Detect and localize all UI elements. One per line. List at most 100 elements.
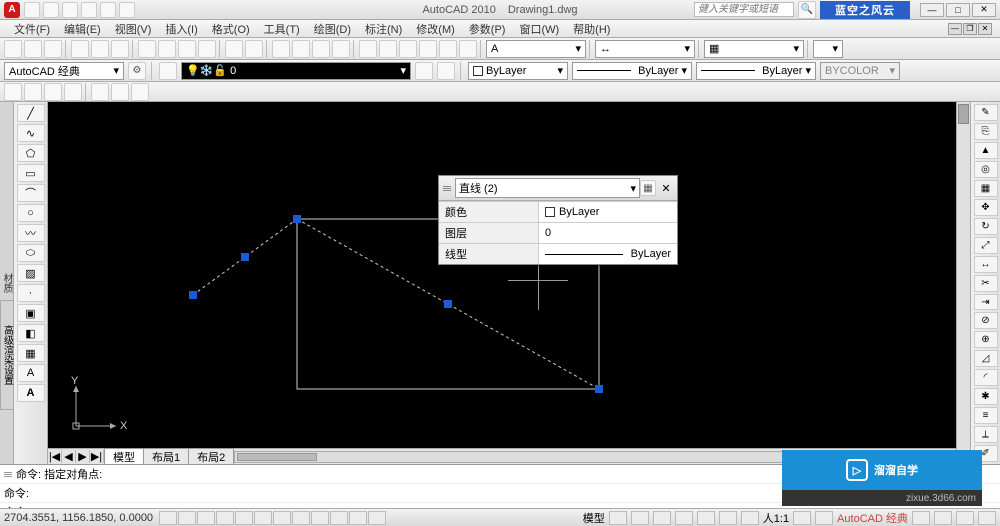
explode-icon[interactable]: ✱ <box>974 388 998 405</box>
doc-close-icon[interactable]: ✕ <box>978 23 992 35</box>
block-icon[interactable]: ▣ <box>17 304 45 322</box>
vp-btn6[interactable] <box>111 83 129 101</box>
plotstyle-combo[interactable]: BYCOLOR▾ <box>820 62 900 80</box>
redo-icon[interactable] <box>245 40 263 58</box>
paste-icon[interactable] <box>178 40 196 58</box>
hatch-icon[interactable]: ▨ <box>17 264 45 282</box>
text-icon[interactable]: A <box>17 384 45 402</box>
zoomprev-icon[interactable] <box>332 40 350 58</box>
stretch-icon[interactable]: ↔ <box>974 256 998 273</box>
annotation-scale[interactable]: 人1:1 <box>763 510 789 526</box>
wheel-icon[interactable] <box>719 511 737 525</box>
line-icon[interactable]: ╱ <box>17 104 45 122</box>
cmd-grip-icon[interactable] <box>4 472 12 477</box>
pan-icon[interactable] <box>272 40 290 58</box>
linetype-combo[interactable]: ByLayer▾ <box>572 62 692 80</box>
misc-combo[interactable]: ▾ <box>813 40 843 58</box>
qat-open-icon[interactable] <box>43 2 59 18</box>
menu-dimension[interactable]: 标注(N) <box>359 21 408 37</box>
table-icon[interactable]: ▦ <box>17 344 45 362</box>
ducs-toggle[interactable] <box>273 511 291 525</box>
textstyle-combo[interactable]: A▾ <box>486 40 586 58</box>
scale-icon[interactable]: ⤢ <box>974 237 998 254</box>
ortho-toggle[interactable] <box>197 511 215 525</box>
layer-props-icon[interactable] <box>159 62 177 80</box>
menu-draw[interactable]: 绘图(D) <box>308 21 357 37</box>
qat-redo-icon[interactable] <box>100 2 116 18</box>
layer-states-icon[interactable] <box>437 62 455 80</box>
model-space-label[interactable]: 模型 <box>583 510 605 526</box>
polar-toggle[interactable] <box>216 511 234 525</box>
menu-help[interactable]: 帮助(H) <box>567 21 616 37</box>
vp-btn7[interactable] <box>131 83 149 101</box>
zoom-icon[interactable] <box>292 40 310 58</box>
dyn-toggle[interactable] <box>292 511 310 525</box>
measure-icon[interactable]: ⟂ <box>974 426 998 443</box>
grid-toggle[interactable] <box>178 511 196 525</box>
cut-icon[interactable] <box>138 40 156 58</box>
lwt-toggle[interactable] <box>311 511 329 525</box>
menu-modify[interactable]: 修改(M) <box>410 21 461 37</box>
open-icon[interactable] <box>24 40 42 58</box>
qp-grip-icon[interactable] <box>443 186 451 191</box>
workspace-settings-icon[interactable]: ⚙ <box>128 62 146 80</box>
search-icon[interactable]: 🔍 <box>798 1 816 19</box>
pan-status-icon[interactable] <box>675 511 693 525</box>
close-icon[interactable]: ✕ <box>972 3 996 17</box>
tab-nav-next-icon[interactable]: ▶ <box>76 450 90 463</box>
snap-toggle[interactable] <box>159 511 177 525</box>
osnap-toggle[interactable] <box>235 511 253 525</box>
undo-icon[interactable] <box>225 40 243 58</box>
tab-layout1[interactable]: 布局1 <box>143 448 189 464</box>
quick-properties-panel[interactable]: 直线 (2)▾ ▦ ✕ 颜色 ByLayer 图层 0 线型 ByLayer <box>438 175 678 265</box>
align-icon[interactable]: ≡ <box>974 407 998 424</box>
polygon-icon[interactable]: ⬠ <box>17 144 45 162</box>
model-toggle[interactable] <box>368 511 386 525</box>
region-icon[interactable]: ◧ <box>17 324 45 342</box>
vp-btn5[interactable] <box>91 83 109 101</box>
matchprop-icon[interactable] <box>198 40 216 58</box>
tab-nav-first-icon[interactable]: |◀ <box>48 450 62 463</box>
menu-edit[interactable]: 编辑(E) <box>58 21 107 37</box>
rotate-icon[interactable]: ↻ <box>974 218 998 235</box>
nav-icon[interactable] <box>653 511 671 525</box>
menu-parametric[interactable]: 参数(P) <box>463 21 512 37</box>
lineweight-combo[interactable]: ByLayer▾ <box>696 62 816 80</box>
coordinates-display[interactable]: 2704.3551, 1156.1850, 0.0000 <box>4 512 153 524</box>
arc-icon[interactable]: ⌒ <box>17 184 45 202</box>
grip-midpoint[interactable] <box>444 300 452 308</box>
break-icon[interactable]: ⊘ <box>974 312 998 329</box>
qat-undo-icon[interactable] <box>81 2 97 18</box>
layer-combo[interactable]: 💡❄️🔓0▾ <box>181 62 411 80</box>
plot-icon[interactable] <box>71 40 89 58</box>
dimstyle-combo[interactable]: ↔▾ <box>595 40 695 58</box>
qat-print-icon[interactable] <box>119 2 135 18</box>
qp-layer-value[interactable]: 0 <box>539 223 677 243</box>
preview-icon[interactable] <box>91 40 109 58</box>
ellipse-icon[interactable]: ⬭ <box>17 244 45 262</box>
publish-icon[interactable] <box>111 40 129 58</box>
workspace-status[interactable]: AutoCAD 经典 <box>837 510 908 526</box>
circle-icon[interactable]: ○ <box>17 204 45 222</box>
designcenter-icon[interactable] <box>379 40 397 58</box>
minimize-icon[interactable]: — <box>920 3 944 17</box>
tab-layout2[interactable]: 布局2 <box>188 448 234 464</box>
extend-icon[interactable]: ⇥ <box>974 294 998 311</box>
grip-midpoint[interactable] <box>241 253 249 261</box>
vscrollbar[interactable] <box>956 102 970 464</box>
clean-screen-icon[interactable] <box>978 511 996 525</box>
menu-insert[interactable]: 插入(I) <box>159 21 203 37</box>
annovisibility-icon[interactable] <box>815 511 833 525</box>
rectangle-icon[interactable]: ▭ <box>17 164 45 182</box>
isolate-icon[interactable] <box>956 511 974 525</box>
chamfer-icon[interactable]: ◿ <box>974 350 998 367</box>
hw-accel-icon[interactable] <box>934 511 952 525</box>
qat-new-icon[interactable] <box>24 2 40 18</box>
array-icon[interactable]: ▦ <box>974 180 998 197</box>
menu-file[interactable]: 文件(F) <box>8 21 56 37</box>
zoomwin-icon[interactable] <box>312 40 330 58</box>
help-search-input[interactable] <box>694 2 794 17</box>
qp-color-value[interactable]: ByLayer <box>539 202 677 222</box>
showmotion-icon[interactable] <box>741 511 759 525</box>
quickcalc-icon[interactable] <box>459 40 477 58</box>
